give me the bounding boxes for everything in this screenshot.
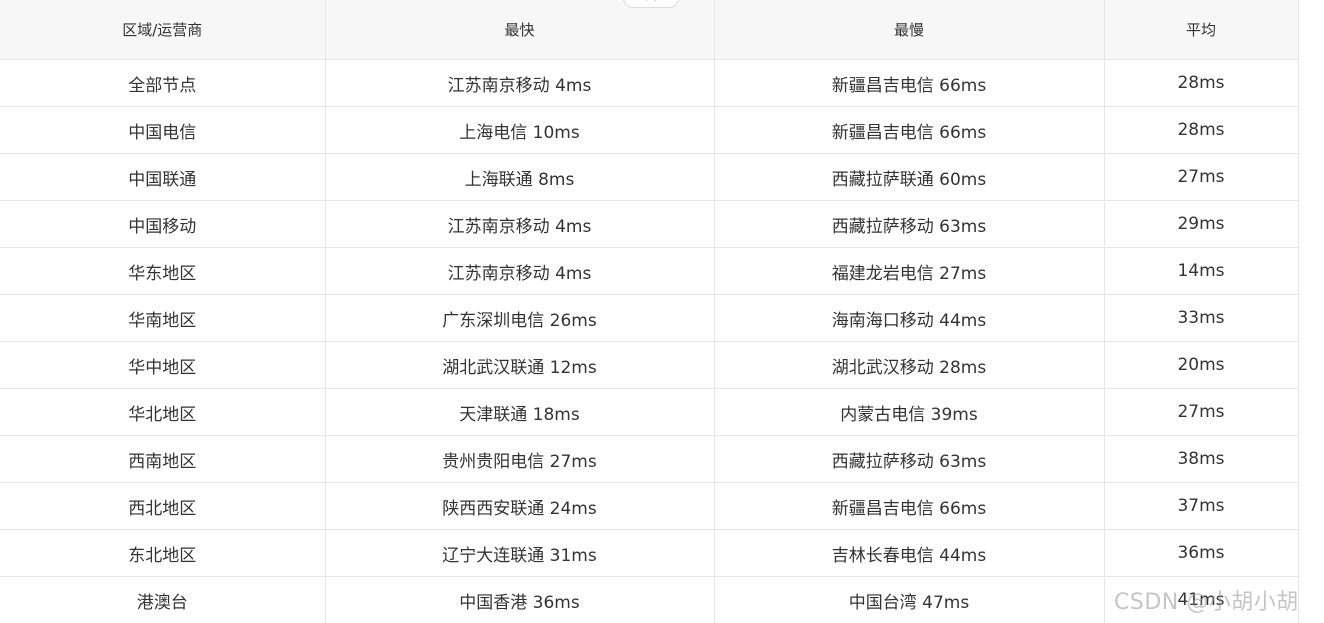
chevron-up-icon: ︿ xyxy=(646,0,656,3)
table-row: 华东地区 江苏南京移动 4ms 福建龙岩电信 27ms 14ms xyxy=(0,247,1299,295)
table-row: 华南地区 广东深圳电信 26ms 海南海口移动 44ms 33ms xyxy=(0,294,1299,342)
cell-fastest: 辽宁大连联通 31ms xyxy=(325,529,715,577)
cell-average: 27ms xyxy=(1104,388,1299,436)
table-row: 港澳台 中国香港 36ms 中国台湾 47ms 41ms xyxy=(0,576,1299,623)
cell-fastest: 江苏南京移动 4ms xyxy=(325,200,715,248)
table-row: 西南地区 贵州贵阳电信 27ms 西藏拉萨移动 63ms 38ms xyxy=(0,435,1299,483)
cell-fastest: 湖北武汉联通 12ms xyxy=(325,341,715,389)
header-average[interactable]: 平均 xyxy=(1104,0,1299,60)
table-row: 华北地区 天津联通 18ms 内蒙古电信 39ms 27ms xyxy=(0,388,1299,436)
header-fastest[interactable]: 最快 xyxy=(325,0,715,60)
cell-average: 14ms xyxy=(1104,247,1299,295)
cell-average: 37ms xyxy=(1104,482,1299,530)
table-row: 中国电信 上海电信 10ms 新疆昌吉电信 66ms 28ms xyxy=(0,106,1299,154)
cell-fastest: 上海电信 10ms xyxy=(325,106,715,154)
cell-fastest: 江苏南京移动 4ms xyxy=(325,247,715,295)
cell-fastest: 贵州贵阳电信 27ms xyxy=(325,435,715,483)
table-row: 全部节点 江苏南京移动 4ms 新疆昌吉电信 66ms 28ms xyxy=(0,59,1299,107)
table-row: 东北地区 辽宁大连联通 31ms 吉林长春电信 44ms 36ms xyxy=(0,529,1299,577)
cell-region: 华北地区 xyxy=(0,388,326,436)
cell-average: 33ms xyxy=(1104,294,1299,342)
cell-region: 东北地区 xyxy=(0,529,326,577)
table-header: 区域/运营商 最快 最慢 平均 xyxy=(0,0,1299,60)
cell-region: 西北地区 xyxy=(0,482,326,530)
cell-slowest: 新疆昌吉电信 66ms xyxy=(714,59,1105,107)
cell-region: 华南地区 xyxy=(0,294,326,342)
header-region[interactable]: 区域/运营商 xyxy=(0,0,326,60)
cell-region: 港澳台 xyxy=(0,576,326,623)
latency-table: 区域/运营商 最快 最慢 平均 全部节点 江苏南京移动 4ms 新疆昌吉电信 66m… xyxy=(0,0,1299,623)
cell-slowest: 中国台湾 47ms xyxy=(714,576,1105,623)
cell-slowest: 西藏拉萨移动 63ms xyxy=(714,435,1105,483)
header-row: 区域/运营商 最快 最慢 平均 xyxy=(0,0,1299,60)
cell-slowest: 吉林长春电信 44ms xyxy=(714,529,1105,577)
cell-average: 29ms xyxy=(1104,200,1299,248)
cell-fastest: 中国香港 36ms xyxy=(325,576,715,623)
cell-average: 41ms xyxy=(1104,576,1299,623)
cell-average: 27ms xyxy=(1104,153,1299,201)
table-body: 全部节点 江苏南京移动 4ms 新疆昌吉电信 66ms 28ms 中国电信 上海电信 10… xyxy=(0,59,1299,623)
cell-region: 中国移动 xyxy=(0,200,326,248)
cell-region: 中国联通 xyxy=(0,153,326,201)
cell-slowest: 新疆昌吉电信 66ms xyxy=(714,106,1105,154)
cell-slowest: 内蒙古电信 39ms xyxy=(714,388,1105,436)
header-slowest[interactable]: 最慢 xyxy=(714,0,1105,60)
cell-region: 全部节点 xyxy=(0,59,326,107)
cell-average: 38ms xyxy=(1104,435,1299,483)
cell-region: 西南地区 xyxy=(0,435,326,483)
cell-region: 华东地区 xyxy=(0,247,326,295)
cell-fastest: 陕西西安联通 24ms xyxy=(325,482,715,530)
cell-fastest: 天津联通 18ms xyxy=(325,388,715,436)
cell-fastest: 上海联通 8ms xyxy=(325,153,715,201)
cell-slowest: 海南海口移动 44ms xyxy=(714,294,1105,342)
table-row: 华中地区 湖北武汉联通 12ms 湖北武汉移动 28ms 20ms xyxy=(0,341,1299,389)
cell-region: 华中地区 xyxy=(0,341,326,389)
table-row: 西北地区 陕西西安联通 24ms 新疆昌吉电信 66ms 37ms xyxy=(0,482,1299,530)
cell-slowest: 新疆昌吉电信 66ms xyxy=(714,482,1105,530)
table-row: 中国移动 江苏南京移动 4ms 西藏拉萨移动 63ms 29ms xyxy=(0,200,1299,248)
cell-slowest: 福建龙岩电信 27ms xyxy=(714,247,1105,295)
cell-slowest: 西藏拉萨联通 60ms xyxy=(714,153,1105,201)
page: 区域/运营商 最快 最慢 平均 全部节点 江苏南京移动 4ms 新疆昌吉电信 66m… xyxy=(0,0,1324,623)
cell-average: 20ms xyxy=(1104,341,1299,389)
cell-region: 中国电信 xyxy=(0,106,326,154)
cell-fastest: 广东深圳电信 26ms xyxy=(325,294,715,342)
cell-fastest: 江苏南京移动 4ms xyxy=(325,59,715,107)
cell-average: 28ms xyxy=(1104,106,1299,154)
table-row: 中国联通 上海联通 8ms 西藏拉萨联通 60ms 27ms xyxy=(0,153,1299,201)
cell-slowest: 湖北武汉移动 28ms xyxy=(714,341,1105,389)
cell-slowest: 西藏拉萨移动 63ms xyxy=(714,200,1105,248)
cell-average: 36ms xyxy=(1104,529,1299,577)
collapse-tab[interactable]: ︿ xyxy=(623,0,679,8)
cell-average: 28ms xyxy=(1104,59,1299,107)
